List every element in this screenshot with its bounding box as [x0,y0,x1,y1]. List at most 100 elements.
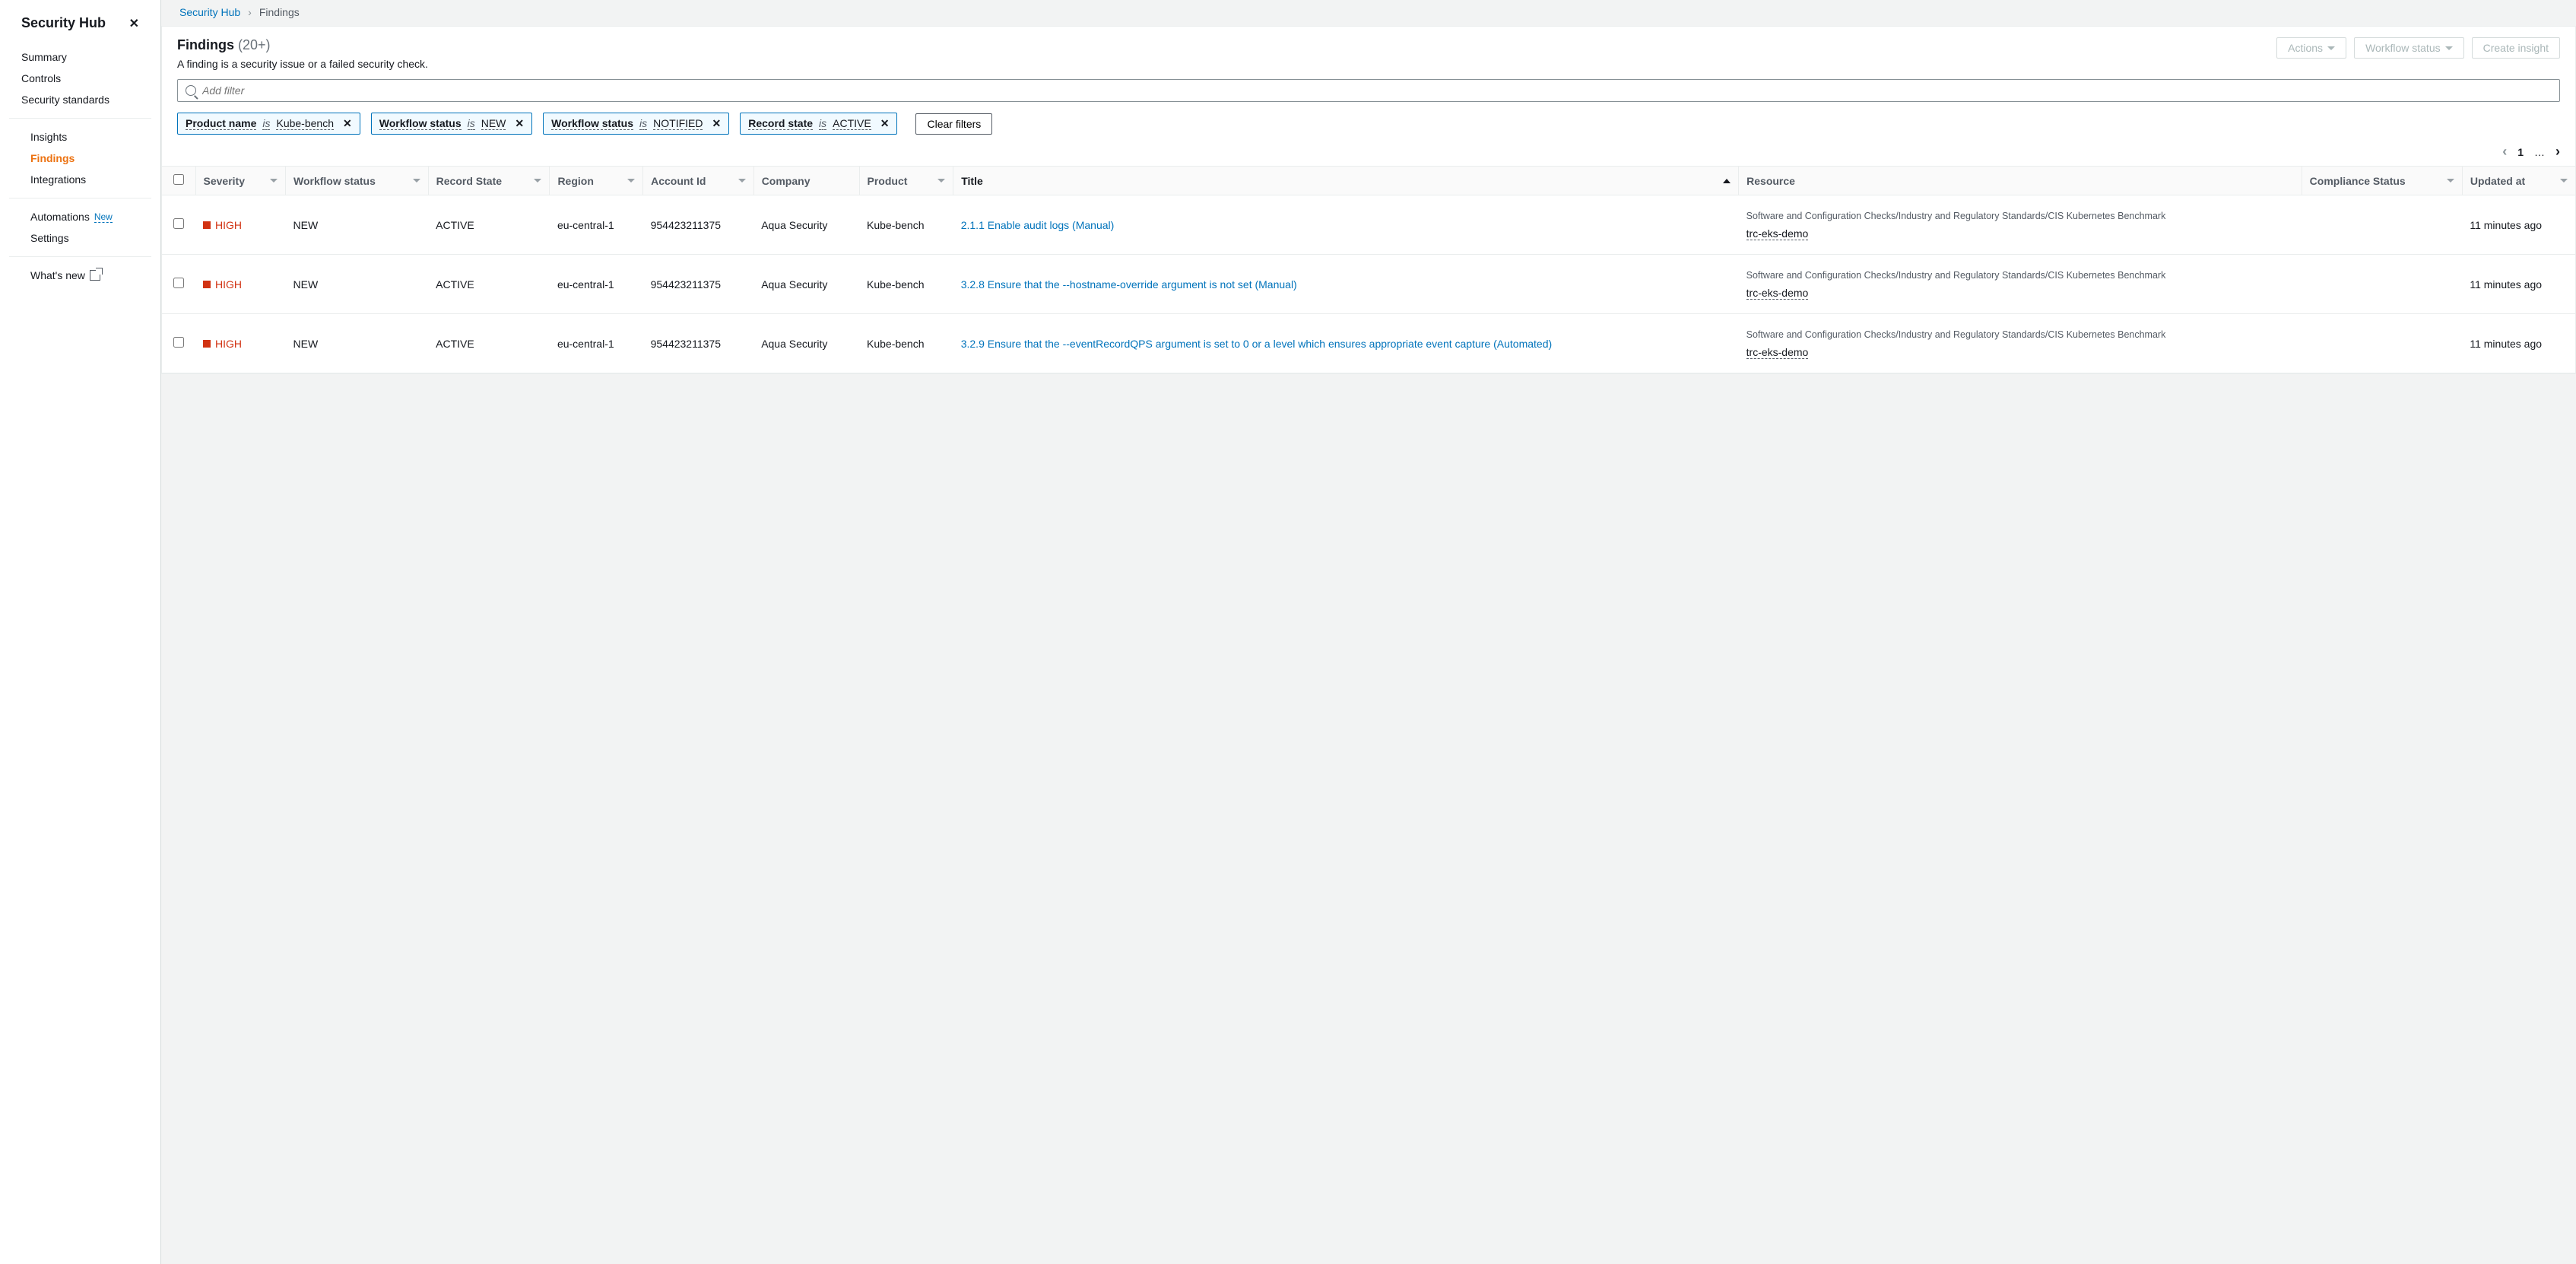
chip-remove-icon[interactable]: ✕ [880,117,890,130]
severity-square-icon [203,221,211,229]
create-insight-button[interactable]: Create insight [2472,37,2560,59]
sidebar-item-settings[interactable]: Settings [9,227,151,249]
col-updated[interactable]: Updated at [2462,167,2575,195]
workflow-status-button[interactable]: Workflow status [2354,37,2464,59]
filter-chip[interactable]: Record state is ACTIVE✕ [740,113,897,135]
sidebar-item-controls[interactable]: Controls [0,68,160,89]
sidebar: Security Hub ✕ Summary Controls Security… [0,0,161,1264]
sidebar-item-security-standards[interactable]: Security standards [0,89,160,110]
cell-updated: 11 minutes ago [2462,314,2575,373]
sort-icon [413,179,420,183]
caret-down-icon [2327,46,2335,50]
cell-record: ACTIVE [428,195,550,255]
next-page-button[interactable]: › [2555,144,2560,160]
cell-record: ACTIVE [428,314,550,373]
cell-region: eu-central-1 [550,195,643,255]
sort-icon [937,179,945,183]
row-checkbox[interactable] [173,337,184,348]
chip-remove-icon[interactable]: ✕ [343,117,352,130]
sidebar-item-insights[interactable]: Insights [9,126,151,148]
sidebar-item-integrations[interactable]: Integrations [9,169,151,190]
clear-filters-button[interactable]: Clear filters [915,113,992,135]
pager: ‹ 1 … › [162,144,2575,166]
filter-input[interactable] [202,84,2552,97]
finding-title-link[interactable]: 3.2.9 Ensure that the --eventRecordQPS a… [961,338,1552,350]
breadcrumb-root[interactable]: Security Hub [179,6,240,18]
filter-chip[interactable]: Workflow status is NOTIFIED✕ [543,113,729,135]
prev-page-button[interactable]: ‹ [2502,144,2507,160]
sort-asc-icon [1723,179,1731,183]
severity-square-icon [203,281,211,288]
sort-icon [534,179,541,183]
col-severity[interactable]: Severity [195,167,286,195]
sort-icon [627,179,635,183]
col-resource[interactable]: Resource [1739,167,2302,195]
finding-title-link[interactable]: 2.1.1 Enable audit logs (Manual) [961,219,1115,231]
col-account[interactable]: Account Id [643,167,754,195]
col-region[interactable]: Region [550,167,643,195]
table-row: HIGHNEWACTIVEeu-central-1954423211375Aqu… [162,195,2575,255]
row-checkbox[interactable] [173,218,184,229]
cell-product: Kube-bench [859,255,953,314]
sidebar-item-automations[interactable]: Automations New [9,206,151,227]
external-link-icon [90,270,100,281]
close-icon[interactable]: ✕ [129,16,139,31]
col-record[interactable]: Record State [428,167,550,195]
sidebar-item-whats-new[interactable]: What's new [9,265,151,286]
sort-icon [738,179,746,183]
page-subtitle: A finding is a security issue or a faile… [177,58,428,70]
page-title: Findings (20+) [177,37,428,53]
resource-text: Software and Configuration Checks/Indust… [1746,268,2295,282]
main-content: Security Hub › Findings Findings (20+) A… [161,0,2576,1264]
filter-chip[interactable]: Product name is Kube-bench✕ [177,113,360,135]
table-row: HIGHNEWACTIVEeu-central-1954423211375Aqu… [162,255,2575,314]
cell-record: ACTIVE [428,255,550,314]
severity-badge: HIGH [203,338,242,350]
severity-badge: HIGH [203,278,242,291]
col-company[interactable]: Company [753,167,859,195]
search-icon [186,85,196,96]
findings-table: Severity Workflow status Record State Re… [162,166,2575,373]
caret-down-icon [2445,46,2453,50]
col-product[interactable]: Product [859,167,953,195]
select-all-checkbox[interactable] [173,174,184,185]
sidebar-item-summary[interactable]: Summary [0,46,160,68]
finding-title-link[interactable]: 3.2.8 Ensure that the --hostname-overrid… [961,278,1297,291]
cell-compliance [2302,314,2462,373]
cell-region: eu-central-1 [550,255,643,314]
findings-panel: Findings (20+) A finding is a security i… [161,26,2576,374]
sort-icon [270,179,278,183]
severity-square-icon [203,340,211,348]
cell-compliance [2302,195,2462,255]
row-checkbox[interactable] [173,278,184,288]
chip-remove-icon[interactable]: ✕ [712,117,721,130]
filter-chip[interactable]: Workflow status is NEW✕ [371,113,532,135]
count-badge: (20+) [238,37,271,52]
resource-link[interactable]: trc-eks-demo [1746,287,1809,300]
cell-account: 954423211375 [643,195,754,255]
resource-link[interactable]: trc-eks-demo [1746,227,1809,240]
filter-bar[interactable] [177,79,2560,102]
col-title[interactable]: Title [953,167,1739,195]
chevron-right-icon: › [248,6,252,18]
col-compliance[interactable]: Compliance Status [2302,167,2462,195]
sidebar-title: Security Hub [21,15,106,31]
cell-updated: 11 minutes ago [2462,195,2575,255]
cell-compliance [2302,255,2462,314]
cell-workflow: NEW [286,314,429,373]
cell-product: Kube-bench [859,314,953,373]
col-workflow[interactable]: Workflow status [286,167,429,195]
sort-icon [2560,179,2568,183]
cell-account: 954423211375 [643,314,754,373]
cell-account: 954423211375 [643,255,754,314]
sidebar-item-findings[interactable]: Findings [9,148,151,169]
chip-remove-icon[interactable]: ✕ [515,117,524,130]
severity-badge: HIGH [203,219,242,231]
resource-link[interactable]: trc-eks-demo [1746,346,1809,359]
cell-updated: 11 minutes ago [2462,255,2575,314]
actions-button[interactable]: Actions [2276,37,2346,59]
cell-workflow: NEW [286,255,429,314]
sort-icon [2447,179,2454,183]
cell-region: eu-central-1 [550,314,643,373]
cell-company: Aqua Security [753,195,859,255]
